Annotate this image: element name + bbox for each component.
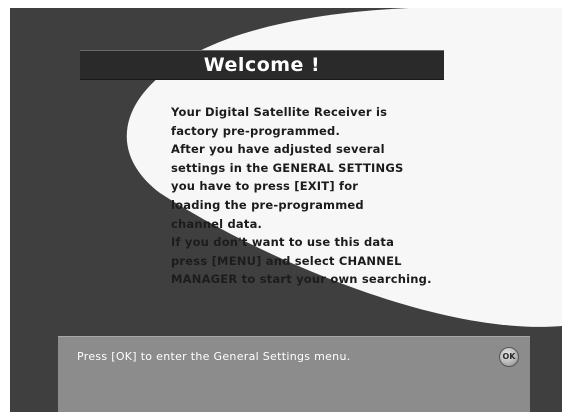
message-line: Your Digital Satellite Receiver is bbox=[171, 105, 388, 119]
message-line: MANAGER to start your own searching. bbox=[171, 272, 432, 287]
message-line: If you don't want to use this data bbox=[171, 235, 395, 250]
message-line: loading the pre-programmed bbox=[171, 197, 364, 212]
welcome-title-bar: Welcome ! bbox=[80, 50, 444, 80]
info-hint-text: Press [OK] to enter the General Settings… bbox=[77, 350, 351, 363]
message-line: settings in the GENERAL SETTINGS bbox=[171, 160, 404, 175]
tv-screen: Welcome ! Your Digital Satellite Receive… bbox=[0, 0, 571, 420]
message-line: channel data. bbox=[171, 216, 263, 231]
message-line: press [MENU] and select CHANNEL bbox=[171, 253, 402, 268]
welcome-message: Your Digital Satellite Receiver is facto… bbox=[171, 103, 491, 289]
message-line: you have to press [EXIT] for bbox=[171, 179, 359, 194]
message-line: After you have adjusted several bbox=[171, 142, 385, 157]
osd-frame: Welcome ! Your Digital Satellite Receive… bbox=[10, 8, 562, 412]
info-panel: Press [OK] to enter the General Settings… bbox=[58, 336, 530, 412]
message-line: factory pre-programmed. bbox=[171, 123, 341, 138]
ok-button-icon[interactable]: OK bbox=[499, 347, 519, 367]
welcome-title: Welcome ! bbox=[203, 54, 321, 76]
